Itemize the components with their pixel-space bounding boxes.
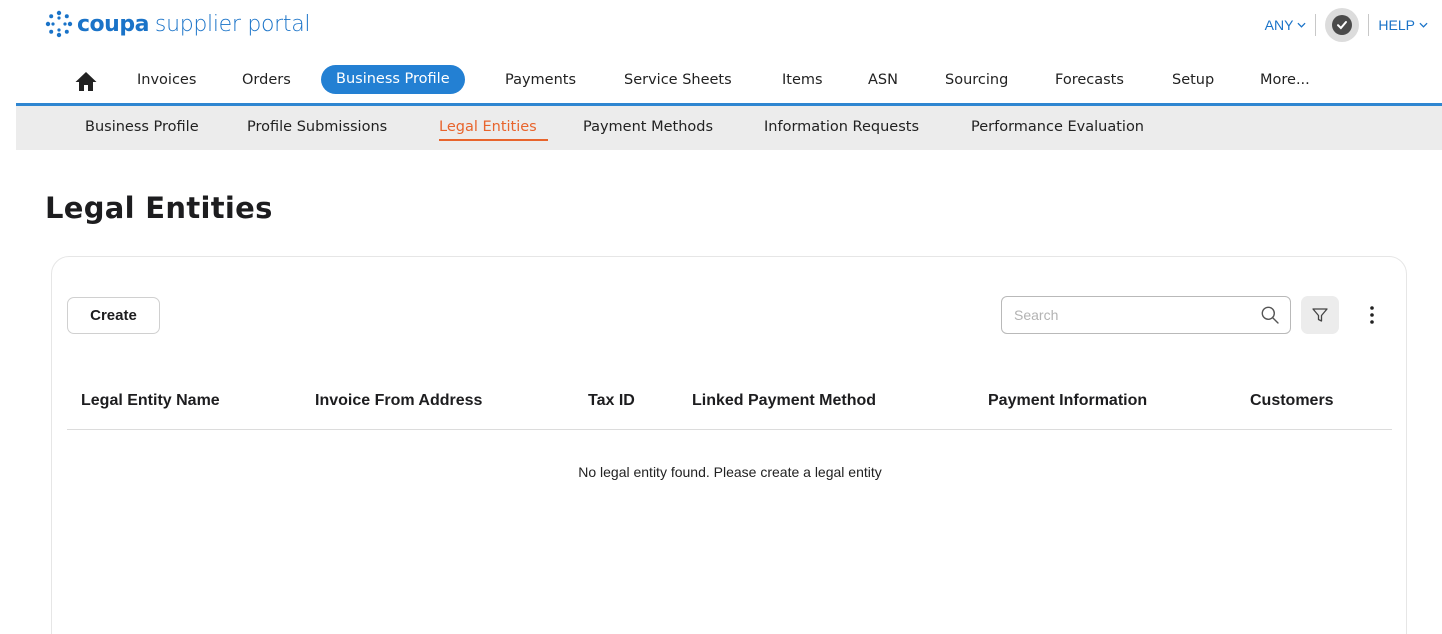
nav-setup[interactable]: Setup [1172,72,1214,88]
table-header-divider [67,429,1392,430]
chevron-down-icon [1297,22,1306,28]
column-header-tax-id[interactable]: Tax ID [588,392,635,410]
empty-state-message: No legal entity found. Please create a l… [578,464,882,480]
column-header-legal-entity-name[interactable]: Legal Entity Name [81,392,220,410]
divider [1315,14,1317,36]
nav-payments[interactable]: Payments [505,72,576,88]
nav-orders[interactable]: Orders [242,72,291,88]
search-box [1001,296,1291,334]
nav-asn[interactable]: ASN [868,72,898,88]
check-icon [1337,21,1348,30]
chevron-down-icon [1419,22,1428,28]
help-label: HELP [1378,17,1415,33]
subnav-profile-submissions[interactable]: Profile Submissions [247,119,387,135]
create-button[interactable]: Create [67,297,160,334]
more-vertical-icon [1370,306,1374,324]
check-icon-wrap [1332,15,1353,35]
top-bar: coupa supplier portal ANY HELP [0,0,1442,52]
column-header-invoice-from-address[interactable]: Invoice From Address [315,392,482,410]
divider [1368,14,1370,36]
search-icon[interactable] [1260,305,1280,325]
coupa-logo-icon [45,10,73,38]
more-options-button[interactable] [1360,301,1384,329]
column-header-customers[interactable]: Customers [1250,392,1334,410]
nav-sourcing[interactable]: Sourcing [945,72,1008,88]
search-input[interactable] [1014,307,1244,323]
sub-nav: Business Profile Profile Submissions Leg… [16,106,1442,150]
subnav-legal-entities[interactable]: Legal Entities [439,119,537,135]
active-tab-underline [439,139,548,141]
nav-forecasts[interactable]: Forecasts [1055,72,1124,88]
page-title: Legal Entities [45,191,273,225]
any-dropdown[interactable]: ANY [1265,17,1307,33]
help-dropdown[interactable]: HELP [1378,17,1428,33]
nav-more[interactable]: More... [1260,72,1310,88]
logo-word: coupa [77,11,149,37]
any-label: ANY [1264,17,1294,33]
main-nav: Invoices Orders Business Profile Payment… [16,62,1442,106]
nav-business-profile[interactable]: Business Profile [321,65,465,94]
subnav-business-profile[interactable]: Business Profile [85,119,199,135]
column-header-linked-payment-method[interactable]: Linked Payment Method [692,392,876,410]
nav-invoices[interactable]: Invoices [137,72,196,88]
column-header-payment-information[interactable]: Payment Information [988,392,1147,410]
user-avatar[interactable] [1325,8,1360,42]
legal-entities-card: Create Legal Entity Name Invoice From Ad… [51,256,1407,634]
nav-items[interactable]: Items [782,72,823,88]
subnav-payment-methods[interactable]: Payment Methods [583,119,713,135]
subnav-performance-evaluation[interactable]: Performance Evaluation [971,119,1144,135]
nav-service-sheets[interactable]: Service Sheets [624,72,732,88]
filter-icon [1312,308,1328,322]
filter-button[interactable] [1301,296,1339,334]
coupa-logo[interactable]: coupa supplier portal [44,9,311,39]
top-right-menu: ANY HELP [1265,8,1428,42]
subnav-information-requests[interactable]: Information Requests [764,119,919,135]
home-icon[interactable] [74,70,98,94]
logo-subtitle: supplier portal [154,11,311,37]
